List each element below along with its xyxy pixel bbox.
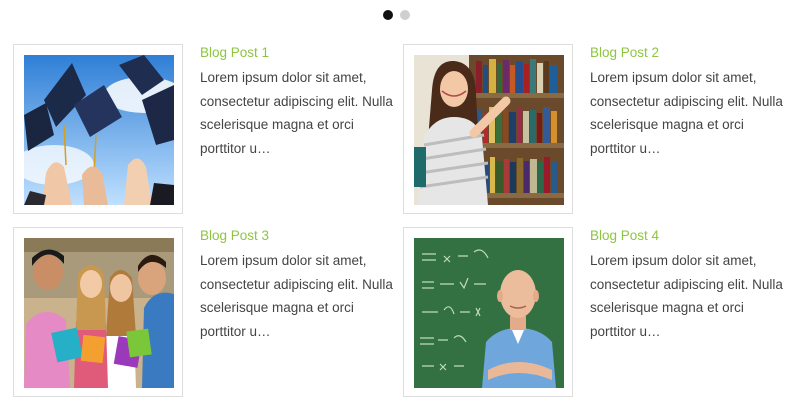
post-thumbnail[interactable] [13,44,183,214]
post-excerpt: Lorem ipsum dolor sit amet, consectetur … [590,70,783,156]
post-thumbnail[interactable] [403,227,573,397]
graduation-caps-photo [24,55,174,205]
post-title-link[interactable]: Blog Post 2 [590,44,790,62]
post-thumbnail[interactable] [13,227,183,397]
carousel-pagination [383,10,410,20]
post-title-link[interactable]: Blog Post 1 [200,44,400,62]
carousel-dot-1[interactable] [383,10,393,20]
post-title-link[interactable]: Blog Post 4 [590,227,790,245]
blog-post-card: Blog Post 1 Lorem ipsum dolor sit amet, … [13,44,393,216]
post-excerpt: Lorem ipsum dolor sit amet, consectetur … [590,253,783,339]
post-excerpt: Lorem ipsum dolor sit amet, consectetur … [200,253,393,339]
blog-post-card: Blog Post 2 Lorem ipsum dolor sit amet, … [403,44,783,216]
group-of-students-photo [24,238,174,388]
blog-post-card: Blog Post 3 Lorem ipsum dolor sit amet, … [13,227,393,399]
blog-post-card: Blog Post 4 Lorem ipsum dolor sit amet, … [403,227,783,399]
teacher-at-chalkboard-photo [414,238,564,388]
post-title-link[interactable]: Blog Post 3 [200,227,400,245]
post-excerpt: Lorem ipsum dolor sit amet, consectetur … [200,70,393,156]
student-in-library-photo [414,55,564,205]
post-thumbnail[interactable] [403,44,573,214]
carousel-dot-2[interactable] [400,10,410,20]
